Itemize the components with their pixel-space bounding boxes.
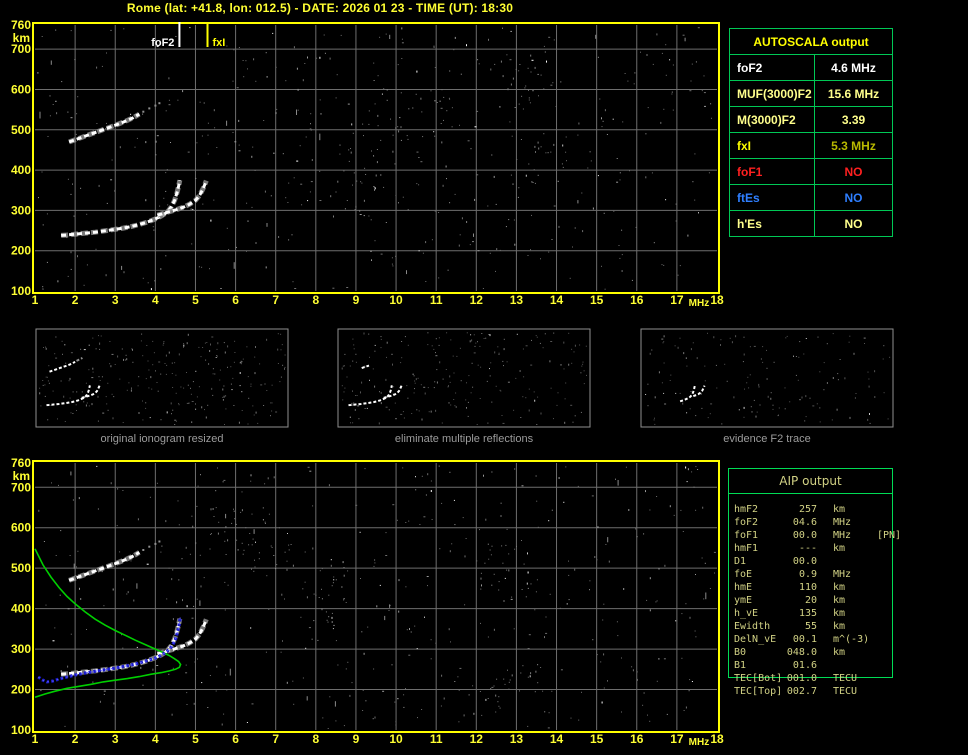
aip-row-TEC[Top]: TEC[Top] 002.7 TECU [734,686,858,697]
autoscala-row-label-foF1: foF1 [730,158,814,184]
thumbnail-panel-2 [337,328,591,428]
aip-rows: hmF2 257 km foF2 04.6 MHz foF1 00.0 MHz [PN] hmF1-… [728,503,938,698]
svg-text:2: 2 [72,732,79,746]
autoscala-table-header: AUTOSCALA output [753,34,869,49]
autoscala-row-label-h'Es: h'Es [730,210,814,236]
svg-text:600: 600 [11,82,31,96]
aip-row-hmE: hmE 110 km [734,582,846,593]
svg-text:1: 1 [32,293,39,307]
aip-row-foF1: foF1 00.0 MHz [PN] [734,530,902,541]
aip-row-hmF2: hmF2 257 km [734,504,846,515]
svg-text:5: 5 [192,732,199,746]
svg-text:16: 16 [630,293,644,307]
aip-row-foE: foE 0.9 MHz [734,569,852,580]
autoscala-output-table: AUTOSCALA output foF2 4.6 MHz MUF(3000)F2 1… [729,28,893,237]
svg-text:200: 200 [11,683,31,697]
svg-text:12: 12 [470,732,484,746]
svg-text:5: 5 [192,293,199,307]
svg-text:6: 6 [232,293,239,307]
aip-row-ymE: ymE 20 km [734,595,846,606]
svg-text:MHz: MHz [689,737,710,748]
autoscala-row-label-fxI: fxI [730,132,814,158]
svg-text:11: 11 [430,293,443,307]
svg-text:11: 11 [430,732,443,746]
autoscala-row-value-M(3000)F2: 3.39 [814,106,892,132]
svg-text:MHz: MHz [689,298,710,309]
svg-text:8: 8 [312,732,319,746]
svg-text:3: 3 [112,293,119,307]
aip-row-D1: D1 00.0 [734,556,817,567]
svg-text:17: 17 [670,732,684,746]
svg-text:10: 10 [389,732,403,746]
marker-label-fxI: fxI [213,37,226,49]
svg-text:100: 100 [11,284,31,298]
autoscala-row-value-MUF(3000)F2: 15.6 MHz [814,80,892,106]
svg-text:7: 7 [272,732,279,746]
svg-text:9: 9 [353,732,360,746]
aip-row-hmF1: hmF1 --- km [734,543,846,554]
autoscala-row-value-h'Es: NO [814,210,892,236]
autoscala-row-value-foF2: 4.6 MHz [814,54,892,80]
aip-row-foF2: foF2 04.6 MHz [734,517,852,528]
aip-row-DelN_vE: DelN_vE 00.1 m^(-3) [734,634,870,645]
aip-row-B0: B0 048.0 km [734,647,846,658]
svg-text:10: 10 [389,293,403,307]
svg-text:13: 13 [510,293,524,307]
svg-text:9: 9 [353,293,360,307]
svg-text:4: 4 [152,732,159,746]
svg-text:8: 8 [312,293,319,307]
autoscala-row-label-ftEs: ftEs [730,184,814,210]
aip-row-B1: B1 01.6 [734,660,817,671]
aip-row-TEC[Bot]: TEC[Bot] 001.0 TECU [734,673,858,684]
thumbnail-panel-1 [35,328,289,428]
thumbnail-caption-eliminate: eliminate multiple reflections [394,433,534,445]
svg-text:14: 14 [550,732,564,746]
autoscala-row-value-ftEs: NO [814,184,892,210]
thumbnail-caption-evidence: evidence F2 trace [723,433,811,445]
svg-text:14: 14 [550,293,564,307]
svg-text:1: 1 [32,732,39,746]
aip-panel-header: AIP output [729,469,892,494]
svg-text:16: 16 [630,732,644,746]
svg-text:200: 200 [11,244,31,258]
svg-text:15: 15 [590,293,604,307]
autoscala-row-label-M(3000)F2: M(3000)F2 [730,106,814,132]
top-ionogram-plot: foF2 fxI760700600500400300200100km1 2 3 4 5 6 7… [11,18,724,309]
svg-text:7: 7 [272,293,279,307]
aip-row-Ewidth: Ewidth 55 km [734,621,846,632]
autoscala-row-value-fxI: 5.3 MHz [814,132,892,158]
aip-row-h_vE: h_vE 135 km [734,608,846,619]
svg-text:300: 300 [11,642,31,656]
svg-text:15: 15 [590,732,604,746]
svg-text:100: 100 [11,723,31,737]
svg-text:760: 760 [11,18,31,32]
svg-text:400: 400 [11,602,31,616]
svg-text:km: km [13,469,30,483]
autoscala-row-value-foF1: NO [814,158,892,184]
autoscala-row-label-foF2: foF2 [730,54,814,80]
svg-text:500: 500 [11,123,31,137]
svg-text:km: km [13,31,30,45]
svg-text:18: 18 [710,293,724,307]
svg-text:3: 3 [112,732,119,746]
svg-text:12: 12 [470,293,484,307]
svg-text:500: 500 [11,561,31,575]
svg-text:400: 400 [11,163,31,177]
thumbnail-caption-original: original ionogram resized [100,433,224,445]
svg-text:17: 17 [670,293,684,307]
svg-text:300: 300 [11,203,31,217]
svg-text:6: 6 [232,732,239,746]
svg-text:4: 4 [152,293,159,307]
svg-text:18: 18 [710,732,724,746]
thumbnail-panel-3 [640,328,894,428]
bottom-profile-plot: 760700600500400300200100km1 2 3 4 5 6 7 8 9 10 11 1… [11,456,724,748]
svg-text:600: 600 [11,521,31,535]
svg-text:13: 13 [510,732,524,746]
svg-text:2: 2 [72,293,79,307]
svg-text:760: 760 [11,456,31,470]
marker-label-foF2: foF2 [151,37,174,49]
autoscala-row-label-MUF(3000)F2: MUF(3000)F2 [730,80,814,106]
